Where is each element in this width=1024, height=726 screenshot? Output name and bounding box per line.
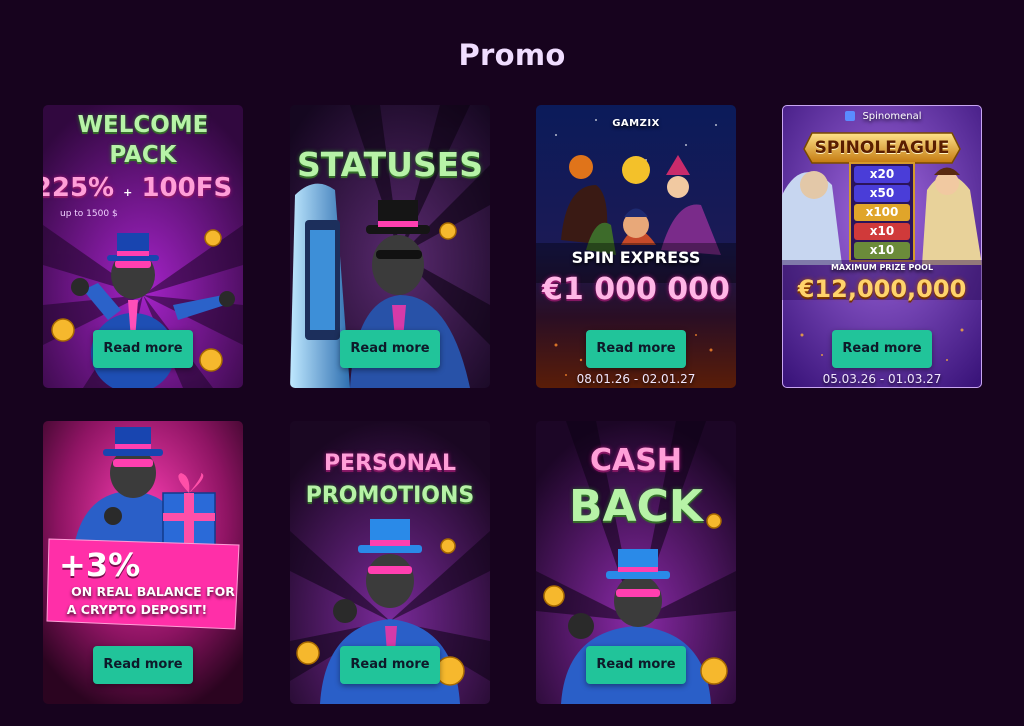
crypto-deposit-percent: +3% — [59, 546, 141, 584]
spinoleague-prize: €12,000,000 — [797, 275, 967, 303]
spin-express-read-more-button[interactable]: Read more — [586, 330, 686, 368]
spin-express-dates: 08.01.26 - 02.01.27 — [576, 372, 696, 386]
spinoleague-pool-label: MAXIMUM PRIZE POOL — [830, 263, 934, 272]
cash-back-line2: BACK — [569, 481, 703, 532]
statuses-title: STATUSES — [296, 145, 484, 184]
welcome-pack-plus: + — [123, 186, 133, 199]
welcome-pack-title-line2: PACK — [109, 142, 177, 168]
spinoleague-read-more-button[interactable]: Read more — [832, 330, 932, 368]
page-title: Promo — [458, 38, 566, 72]
spinoleague-brand: Spinomenal — [862, 111, 922, 122]
welcome-pack-note: up to 1500 $ — [60, 209, 118, 219]
welcome-pack-freespins: 100FS — [141, 173, 233, 203]
spinoleague-dates: 05.03.26 - 01.03.27 — [822, 372, 942, 386]
spin-express-brand: GAMZIX — [612, 118, 660, 129]
personal-promotions-read-more-button[interactable]: Read more — [340, 646, 440, 684]
spinoleague-title: SPINOLEAGUE — [814, 138, 950, 158]
promo-card-statuses[interactable]: STATUSES Read more — [290, 105, 490, 388]
multiplier-2: x50 — [869, 186, 895, 200]
cash-back-line1: CASH — [590, 443, 682, 478]
crypto-deposit-line1: ON REAL BALANCE FOR — [71, 584, 235, 599]
welcome-pack-read-more-button[interactable]: Read more — [93, 330, 193, 368]
cash-back-read-more-button[interactable]: Read more — [586, 646, 686, 684]
welcome-pack-offer: 225% + 100FS — [43, 173, 233, 203]
multiplier-5: x10 — [869, 243, 895, 257]
promo-card-welcome-pack[interactable]: WELCOME PACK 225% + 100FS up to 1500 $ R… — [43, 105, 243, 388]
promo-card-crypto-deposit[interactable]: +3% ON REAL BALANCE FOR A CRYPTO DEPOSIT… — [43, 421, 243, 704]
promo-card-spinoleague[interactable]: Spinomenal SPINOLEAGUE x20 x50 x100 x10 … — [782, 105, 982, 388]
welcome-pack-title-line1: WELCOME — [77, 112, 209, 138]
spin-express-title: SPIN EXPRESS — [571, 248, 701, 267]
multiplier-4: x10 — [869, 224, 895, 238]
spin-express-prize: €1 000 000 — [542, 272, 730, 307]
crypto-deposit-read-more-button[interactable]: Read more — [93, 646, 193, 684]
multiplier-3: x100 — [865, 205, 899, 219]
crypto-deposit-line2: A CRYPTO DEPOSIT! — [66, 602, 208, 617]
statuses-read-more-button[interactable]: Read more — [340, 330, 440, 368]
promo-card-spin-express[interactable]: GAMZIX SPIN EXPRESS €1 000 000 08.01.26 … — [536, 105, 736, 388]
promo-card-personal-promotions[interactable]: PERSONAL PROMOTIONS Read more — [290, 421, 490, 704]
coin-icon — [439, 222, 457, 240]
personal-promotions-line1: PERSONAL — [323, 451, 457, 476]
promo-card-cash-back[interactable]: CASH BACK Read more — [536, 421, 736, 704]
welcome-pack-percent: 225% — [43, 173, 115, 203]
multiplier-1: x20 — [869, 167, 895, 181]
personal-promotions-line2: PROMOTIONS — [305, 483, 475, 508]
